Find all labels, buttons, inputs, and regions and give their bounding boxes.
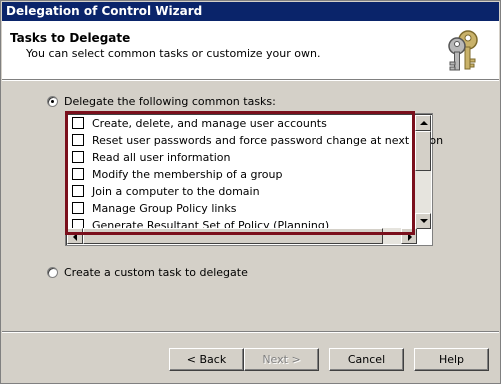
- arrow-right-icon: [408, 233, 412, 241]
- task-label: Create, delete, and manage user accounts: [92, 117, 327, 130]
- radio-selected-dot: [51, 100, 54, 103]
- title-bar[interactable]: Delegation of Control Wizard: [2, 2, 499, 21]
- scroll-thumb[interactable]: [415, 131, 431, 171]
- task-listbox[interactable]: Create, delete, and manage user accounts…: [65, 113, 443, 246]
- scroll-left-button[interactable]: [67, 228, 83, 244]
- task-label: Read all user information: [92, 151, 231, 164]
- arrow-up-icon: [420, 121, 428, 125]
- task-label: Modify the membership of a group: [92, 168, 283, 181]
- scroll-up-button[interactable]: [415, 115, 431, 131]
- task-checkbox[interactable]: [72, 117, 84, 129]
- task-checkbox[interactable]: [72, 168, 84, 180]
- scroll-down-button[interactable]: [415, 213, 431, 229]
- back-button[interactable]: < Back: [169, 348, 244, 371]
- help-button[interactable]: Help: [414, 348, 489, 371]
- task-checkbox[interactable]: [72, 202, 84, 214]
- header-divider-highlight: [2, 80, 499, 81]
- common-tasks-radio[interactable]: [47, 96, 58, 107]
- scroll-right-button[interactable]: [401, 228, 417, 244]
- page-subtitle: You can select common tasks or customize…: [26, 47, 321, 60]
- custom-task-label[interactable]: Create a custom task to delegate: [64, 266, 248, 279]
- arrow-left-icon: [73, 233, 77, 241]
- custom-task-radio[interactable]: [47, 267, 58, 278]
- task-label: Join a computer to the domain: [92, 185, 260, 198]
- wizard-window: Delegation of Control Wizard Tasks to De…: [0, 0, 501, 384]
- common-tasks-label[interactable]: Delegate the following common tasks:: [64, 95, 276, 108]
- horizontal-scrollbar[interactable]: [67, 228, 417, 244]
- keys-icon: [448, 30, 478, 71]
- page-title: Tasks to Delegate: [10, 31, 131, 45]
- next-button[interactable]: Next >: [244, 348, 319, 371]
- hscroll-thumb[interactable]: [83, 228, 383, 244]
- cancel-button[interactable]: Cancel: [329, 348, 404, 371]
- task-checkbox[interactable]: [72, 151, 84, 163]
- task-label: Reset user passwords and force password …: [92, 134, 444, 147]
- footer-divider-highlight: [2, 332, 499, 333]
- wizard-header: Tasks to Delegate You can select common …: [2, 21, 499, 79]
- task-checkbox[interactable]: [72, 134, 84, 146]
- task-checkbox[interactable]: [72, 185, 84, 197]
- window-title: Delegation of Control Wizard: [6, 4, 203, 18]
- task-label: Manage Group Policy links: [92, 202, 237, 215]
- vertical-scrollbar[interactable]: [415, 115, 431, 229]
- arrow-down-icon: [420, 219, 428, 223]
